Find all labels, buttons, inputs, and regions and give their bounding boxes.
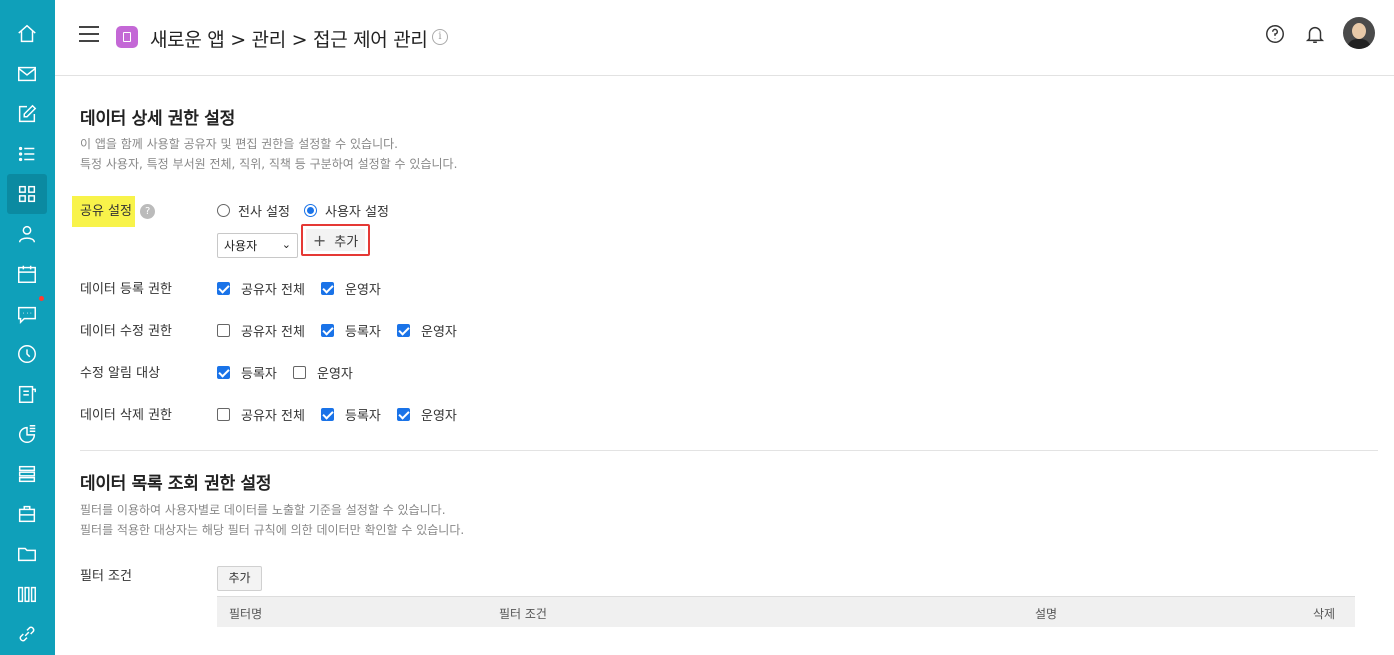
sidebar-item-report[interactable] xyxy=(7,414,47,454)
avatar[interactable] xyxy=(1343,17,1375,49)
edit-icon xyxy=(18,104,37,123)
stack-icon xyxy=(18,465,36,483)
checkbox[interactable] xyxy=(217,366,230,379)
section-desc-line: 필터를 이용하여 사용자별로 데이터를 노출할 기준을 설정할 수 있습니다. xyxy=(80,503,446,517)
bell-icon xyxy=(1305,26,1325,43)
sidebar-item-contacts[interactable] xyxy=(7,214,47,254)
notify-option[interactable]: 운영자 xyxy=(293,363,353,382)
sidebar-item-links[interactable] xyxy=(7,614,47,654)
breadcrumb: 새로운 앱 > 관리 > 접근 제어 관리 xyxy=(150,29,428,51)
section-title-list: 데이터 목록 조회 권한 설정 xyxy=(80,474,272,494)
checkbox[interactable] xyxy=(217,408,230,421)
filter-add-button[interactable]: 추가 xyxy=(217,566,262,591)
clock-icon xyxy=(18,345,36,363)
sidebar-item-edit[interactable] xyxy=(7,94,47,134)
help-icon[interactable]: ? xyxy=(140,204,156,219)
sidebar-item-board[interactable] xyxy=(7,374,47,414)
checkbox[interactable] xyxy=(397,324,410,337)
board-icon xyxy=(18,385,36,403)
column-header: 삭제 xyxy=(1313,607,1336,621)
sidebar-item-work[interactable] xyxy=(7,494,47,534)
delete-option[interactable]: 공유자 전체 xyxy=(217,405,305,424)
radio-button[interactable] xyxy=(217,204,230,217)
sidebar-item-home[interactable] xyxy=(7,14,47,54)
briefcase-icon xyxy=(18,505,36,523)
checkbox[interactable] xyxy=(321,324,334,337)
section-title-detail: 데이터 상세 권한 설정 xyxy=(80,109,235,129)
section-desc-line: 필터를 적용한 대상자는 해당 필터 규칙에 의한 데이터만 확인할 수 있습니… xyxy=(80,523,465,537)
checkbox[interactable] xyxy=(293,366,306,379)
plus-icon: + xyxy=(312,230,327,250)
notify-option[interactable]: 등록자 xyxy=(217,363,277,382)
section-desc-line: 이 앱을 함께 사용할 공유자 및 편집 권한을 설정할 수 있습니다. xyxy=(80,137,398,151)
grid-icon xyxy=(18,185,36,203)
sidebar-item-apps[interactable] xyxy=(7,174,47,214)
sidebar-item-attendance[interactable] xyxy=(7,334,47,374)
delete-option[interactable]: 운영자 xyxy=(397,405,457,424)
share-target-select[interactable]: 사용자 ⌄ xyxy=(217,233,298,258)
chevron-down-icon: ⌄ xyxy=(281,238,291,251)
mail-icon xyxy=(18,66,36,82)
help-button[interactable] xyxy=(1263,22,1287,46)
sidebar-item-calendar[interactable] xyxy=(7,254,47,294)
app-icon xyxy=(116,26,138,48)
register-option[interactable]: 공유자 전체 xyxy=(217,279,305,298)
register-permission-label: 데이터 등록 권한 xyxy=(80,282,172,297)
delete-option[interactable]: 등록자 xyxy=(321,405,381,424)
sidebar xyxy=(0,0,55,655)
sidebar-item-mail[interactable] xyxy=(7,54,47,94)
report-icon xyxy=(18,425,36,443)
checkbox[interactable] xyxy=(321,282,334,295)
radio-user-setting[interactable]: 사용자 설정 xyxy=(304,201,389,220)
books-icon xyxy=(18,586,36,603)
edit-permission-label: 데이터 수정 권한 xyxy=(80,324,172,339)
help-circle-icon xyxy=(1266,25,1284,43)
edit-option[interactable]: 등록자 xyxy=(321,321,381,340)
checkbox[interactable] xyxy=(397,408,410,421)
edit-option[interactable]: 공유자 전체 xyxy=(217,321,305,340)
column-header: 필터 조건 xyxy=(499,607,547,621)
checkbox[interactable] xyxy=(217,282,230,295)
home-icon xyxy=(18,24,36,43)
checkbox[interactable] xyxy=(321,408,334,421)
sidebar-item-list[interactable] xyxy=(7,134,47,174)
top-header: 새로운 앱 > 관리 > 접근 제어 관리 i xyxy=(55,0,1394,76)
chat-icon xyxy=(18,306,36,325)
calendar-icon xyxy=(18,265,36,283)
link-icon xyxy=(19,626,35,642)
radio-button[interactable] xyxy=(304,204,317,217)
section-desc-line: 특정 사용자, 특정 부서원 전체, 직위, 직책 등 구분하여 설정할 수 있… xyxy=(80,157,458,171)
notify-target-label: 수정 알림 대상 xyxy=(80,366,161,381)
hamburger-menu-icon[interactable] xyxy=(79,26,99,42)
column-header: 필터명 xyxy=(229,607,263,621)
info-icon[interactable]: i xyxy=(432,29,448,45)
register-option[interactable]: 운영자 xyxy=(321,279,381,298)
sidebar-item-drive[interactable] xyxy=(7,534,47,574)
filter-condition-label: 필터 조건 xyxy=(80,569,132,584)
sidebar-item-messenger[interactable] xyxy=(7,294,47,334)
person-icon xyxy=(18,225,36,243)
filter-table-header: 필터명 필터 조건 설명 삭제 xyxy=(217,596,1355,627)
section-divider xyxy=(80,450,1378,451)
sidebar-item-library[interactable] xyxy=(7,574,47,614)
sidebar-item-archive[interactable] xyxy=(7,454,47,494)
checkbox[interactable] xyxy=(217,324,230,337)
notification-button[interactable] xyxy=(1303,22,1327,46)
list-icon xyxy=(18,146,35,162)
delete-permission-label: 데이터 삭제 권한 xyxy=(80,408,172,423)
radio-all-company[interactable]: 전사 설정 xyxy=(217,201,290,220)
column-header: 설명 xyxy=(1035,607,1058,621)
share-add-button[interactable]: + 추가 xyxy=(301,224,370,256)
notification-dot xyxy=(39,296,44,301)
share-setting-label: 공유 설정 xyxy=(72,196,135,227)
edit-option[interactable]: 운영자 xyxy=(397,321,457,340)
folder-icon xyxy=(18,547,36,562)
